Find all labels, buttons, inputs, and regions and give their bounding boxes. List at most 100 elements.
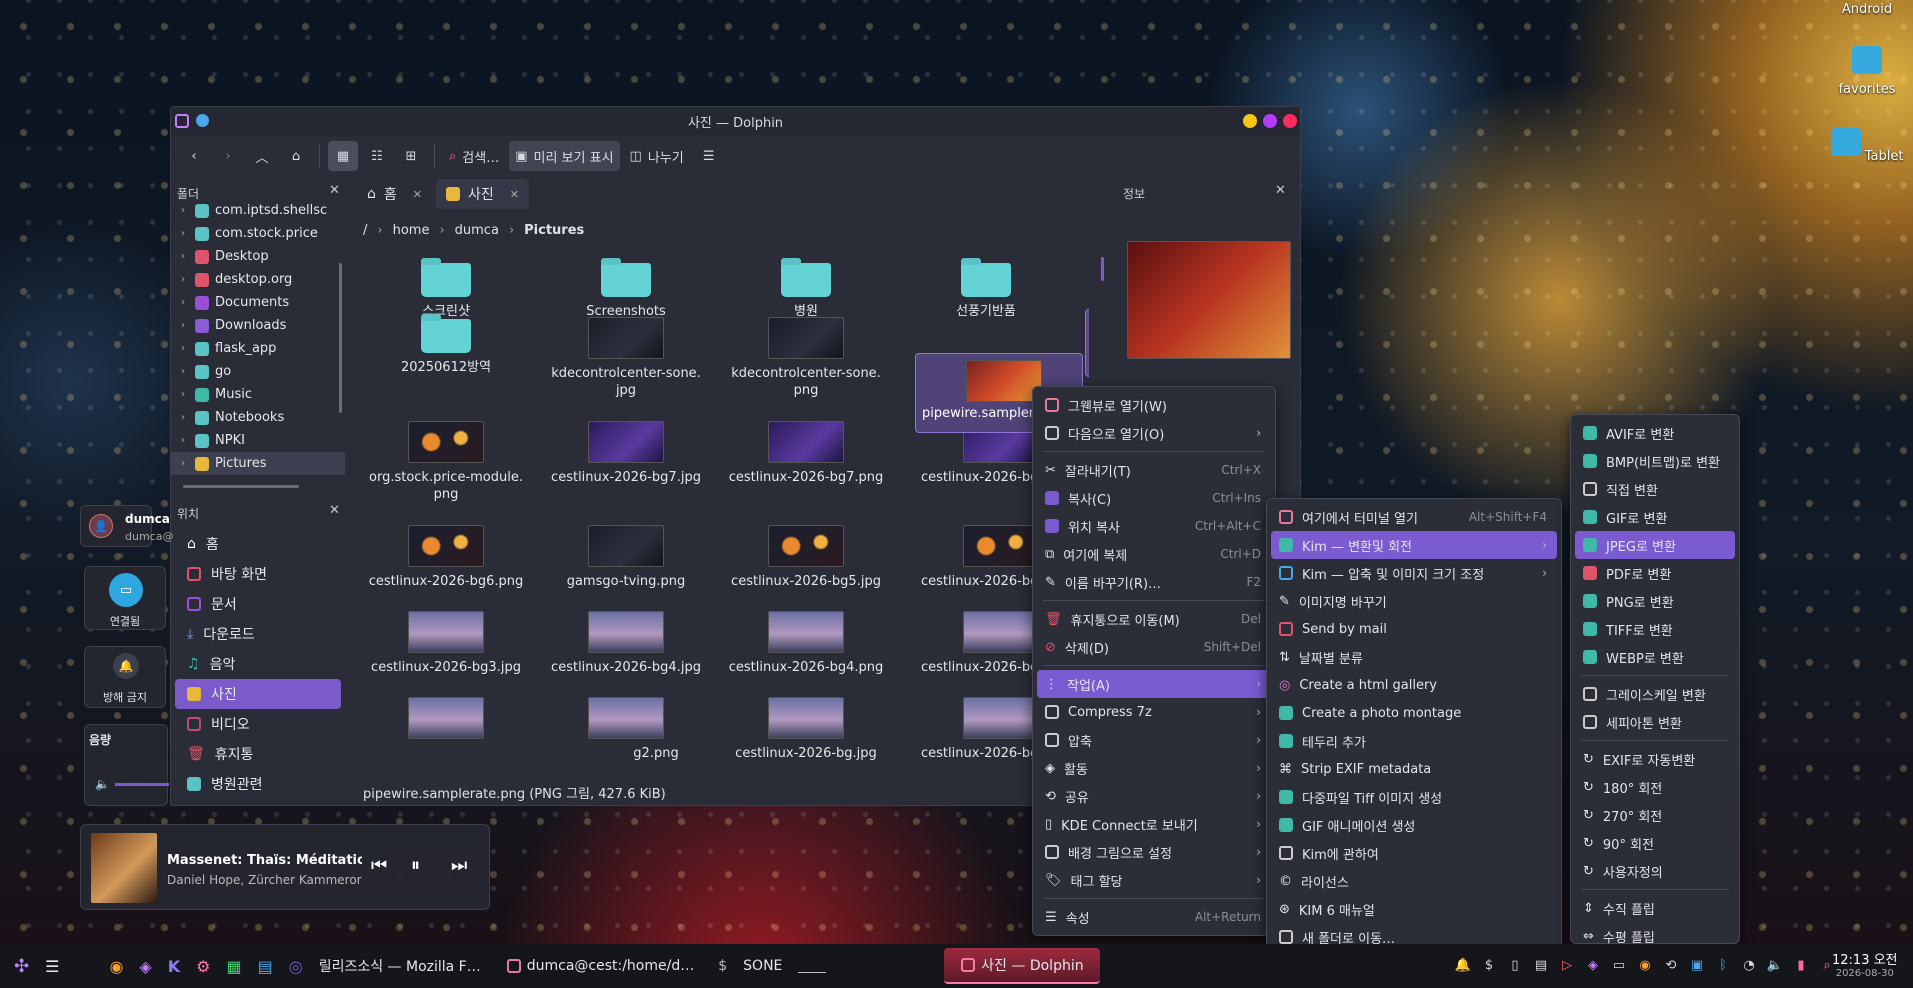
tree-item[interactable]: › NPKI <box>171 429 345 452</box>
convert-grayscale[interactable]: 그레이스케일 변환 <box>1575 680 1735 708</box>
place-trash[interactable]: 🗑 휴지통 <box>175 739 341 769</box>
title-bar[interactable]: 사진 — Dolphin <box>171 107 1300 135</box>
rotate-270[interactable]: ↻ 270° 회전 <box>1575 801 1735 829</box>
volume-slider[interactable] <box>115 783 169 786</box>
convert-gif[interactable]: GIF로 변환 <box>1575 503 1735 531</box>
close-tab-icon[interactable]: ✕ <box>413 188 422 201</box>
convert-pdf[interactable]: PDF로 변환 <box>1575 559 1735 587</box>
user-widget[interactable]: 👤 dumca dumca@ <box>80 505 173 547</box>
tray-volume-icon[interactable]: 🔈 <box>1766 956 1784 974</box>
previous-track-icon[interactable]: ⏮ <box>371 855 387 876</box>
action-license[interactable]: © 라이선스 <box>1271 867 1557 895</box>
action-gif-animation[interactable]: GIF 애니메이션 생성 <box>1271 811 1557 839</box>
breadcrumb-home[interactable]: home <box>393 223 430 238</box>
file-item[interactable]: cestlinux-2026-bg7.png <box>721 415 891 486</box>
menu-properties[interactable]: ☰ 속성 Alt+Return <box>1037 903 1271 931</box>
menu-rename[interactable]: ✎ 이름 바꾸기(R)… F2 <box>1037 568 1271 596</box>
action-html-gallery[interactable]: ◎ Create a html gallery <box>1271 671 1557 699</box>
file-item[interactable]: cestlinux-2026-bg4.png <box>721 605 891 676</box>
menu-assign-tags[interactable]: 🏷 태그 할당 › <box>1037 866 1271 894</box>
action-multi-tiff[interactable]: 다중파일 Tiff 이미지 생성 <box>1271 783 1557 811</box>
place-downloads[interactable]: ⤓ 다운로드 <box>175 619 341 649</box>
file-item[interactable]: 선풍기반품 <box>901 255 1071 320</box>
action-kim-manual[interactable]: ⊛ KIM 6 매뉴얼 <box>1271 895 1557 923</box>
convert-bmp[interactable]: BMP(비트맵)로 변환 <box>1575 447 1735 475</box>
place-documents[interactable]: 문서 <box>175 589 341 619</box>
file-item[interactable]: kdecontrolcenter-sone. png <box>721 311 891 399</box>
tree-item[interactable]: › desktop.org <box>171 268 345 291</box>
tray-app-icon[interactable]: ◈ <box>1584 956 1602 974</box>
place-hospital[interactable]: 병원관련 <box>175 769 341 799</box>
tray-phone-icon[interactable]: ▯ <box>1506 956 1524 974</box>
action-send-by-mail[interactable]: Send by mail <box>1271 615 1557 643</box>
file-item[interactable]: g2.png <box>541 691 711 762</box>
flip-vertical[interactable]: ⇕ 수직 플립 <box>1575 894 1735 922</box>
pinned-app[interactable]: ◉ <box>101 948 131 984</box>
connect-widget[interactable]: ▭ 연결됨 <box>84 566 166 630</box>
action-open-terminal[interactable]: 여기에서 터미널 열기 Alt+Shift+F4 <box>1271 503 1557 531</box>
details-view-button[interactable]: ⊞ <box>396 141 426 171</box>
action-kim-compress-resize[interactable]: Kim — 압축 및 이미지 크기 조정 › <box>1271 559 1557 587</box>
convert-tiff[interactable]: TIFF로 변환 <box>1575 615 1735 643</box>
place-desktop[interactable]: 바탕 화면 <box>175 559 341 589</box>
pinned-app[interactable]: ◎ <box>281 948 311 984</box>
convert-direct[interactable]: 직접 변환 <box>1575 475 1735 503</box>
back-button[interactable]: ‹ <box>179 141 209 171</box>
breadcrumb-pictures[interactable]: Pictures <box>524 223 584 238</box>
desktop-icon-android[interactable]: Android <box>1822 2 1912 17</box>
action-rename-images[interactable]: ✎ 이미지명 바꾸기 <box>1271 587 1557 615</box>
file-item[interactable]: cestlinux-2026-bg6.png <box>361 519 531 590</box>
tray-wifi-icon[interactable]: ◔ <box>1740 956 1758 974</box>
file-item[interactable]: cestlinux-2026-bg7.jpg <box>541 415 711 486</box>
rotate-90[interactable]: ↻ 90° 회전 <box>1575 829 1735 857</box>
tray-color-icon[interactable]: ◉ <box>1636 956 1654 974</box>
convert-png[interactable]: PNG로 변환 <box>1575 587 1735 615</box>
menu-copy-location[interactable]: 위치 복사 Ctrl+Alt+C <box>1037 512 1271 540</box>
tab-home[interactable]: ⌂ 홈 ✕ <box>357 179 432 209</box>
tray-bluetooth-icon[interactable]: ᛒ <box>1714 956 1732 974</box>
action-sort-by-date[interactable]: ⇅ 날짜별 분류 <box>1271 643 1557 671</box>
rotate-exif-auto[interactable]: ↻ EXIF로 자동변환 <box>1575 745 1735 773</box>
folders-scrollbar[interactable] <box>339 263 342 413</box>
minimize-button[interactable] <box>1243 114 1257 128</box>
action-add-border[interactable]: 테두리 추가 <box>1271 727 1557 755</box>
menu-open-gwenview[interactable]: 그웬뷰로 열기(W) <box>1037 391 1271 419</box>
tree-item-selected[interactable]: › Pictures <box>171 452 345 475</box>
menu-delete[interactable]: ⊘ 삭제(D) Shift+Del <box>1037 633 1271 661</box>
tray-dollar-icon[interactable]: $ <box>1480 956 1498 974</box>
rotate-custom[interactable]: ↻ 사용자정의 <box>1575 857 1735 885</box>
pause-icon[interactable]: ⏸ <box>411 855 420 876</box>
file-item[interactable] <box>361 691 531 745</box>
convert-jpeg[interactable]: JPEG로 변환 <box>1575 531 1735 559</box>
breadcrumb-root[interactable]: / <box>363 223 367 238</box>
file-item-selected[interactable] <box>1085 309 1089 377</box>
menu-set-wallpaper[interactable]: 배경 그림으로 설정 › <box>1037 838 1271 866</box>
file-item[interactable]: cestlinux-2026-bg.jpg <box>721 691 891 762</box>
file-item[interactable]: cestlinux-2026-bg5.jpg <box>721 519 891 590</box>
next-track-icon[interactable]: ⏭ <box>451 855 467 876</box>
home-button[interactable]: ⌂ <box>281 141 311 171</box>
file-item[interactable]: cestlinux-2026-bg4.jpg <box>541 605 711 676</box>
convert-webp[interactable]: WEBP로 변환 <box>1575 643 1735 671</box>
place-home[interactable]: ⌂ 홈 <box>175 529 341 559</box>
compact-view-button[interactable]: ☷ <box>362 141 392 171</box>
tray-media-icon[interactable]: ▷ <box>1558 956 1576 974</box>
tree-item[interactable]: › Music <box>171 383 345 406</box>
tree-item[interactable]: › com.iptsd.shellsc <box>171 199 345 222</box>
tray-network-icon[interactable]: ▣ <box>1688 956 1706 974</box>
action-photo-montage[interactable]: Create a photo montage <box>1271 699 1557 727</box>
preview-toggle-button[interactable]: ▣ 미리 보기 표시 <box>509 141 620 171</box>
breadcrumb-dumca[interactable]: dumca <box>455 223 499 238</box>
pinned-app[interactable]: K <box>160 948 188 984</box>
tray-bell-icon[interactable]: 🔔 <box>1454 956 1472 974</box>
tree-item[interactable]: › flask_app <box>171 337 345 360</box>
menu-duplicate[interactable]: ⧉ 여기에 복제 Ctrl+D <box>1037 540 1271 568</box>
menu-kde-connect[interactable]: ▯ KDE Connect로 보내기 › <box>1037 810 1271 838</box>
hamburger-menu-button[interactable]: ☰ <box>694 141 724 171</box>
action-strip-exif[interactable]: ⌘ Strip EXIF metadata <box>1271 755 1557 783</box>
app-launcher-button[interactable]: ✣ <box>6 948 37 984</box>
menu-cut[interactable]: ✂ 잘라내기(T) Ctrl+X <box>1037 456 1271 484</box>
tray-sync-icon[interactable]: ⟲ <box>1662 956 1680 974</box>
place-videos[interactable]: 비디오 <box>175 709 341 739</box>
up-button[interactable]: ︿ <box>247 141 277 171</box>
